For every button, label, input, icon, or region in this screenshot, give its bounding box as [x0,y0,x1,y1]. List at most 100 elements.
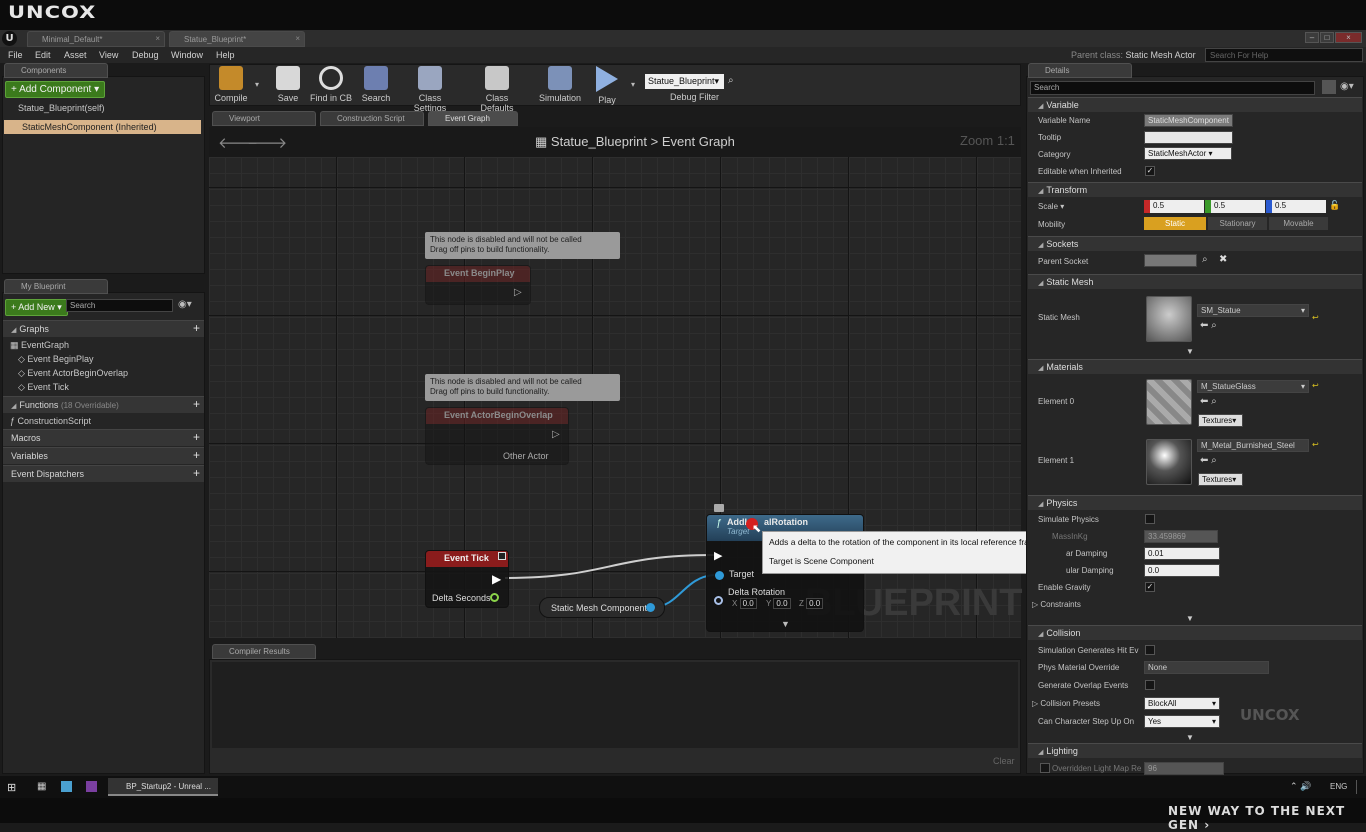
generate-overlap-checkbox[interactable] [1145,680,1155,690]
search-button[interactable]: Search [352,66,400,104]
exec-pin-icon[interactable]: ▷ [552,429,560,440]
graph-event-overlap[interactable]: ◇ Event ActorBeginOverlap [18,368,128,379]
details-search-input[interactable]: Search [1030,81,1315,95]
parent-socket-input[interactable] [1144,254,1197,267]
section-event-dispatchers[interactable]: Event Dispatchers + [3,465,204,482]
expand-arrow-icon[interactable]: ▼ [781,619,790,629]
float-pin-icon[interactable] [490,593,499,602]
scale-label[interactable]: Scale ▾ [1038,202,1064,211]
use-selected-icon[interactable]: ⬅ ⌕ [1200,320,1217,331]
find-in-cb-button[interactable]: Find in CB [307,66,355,104]
clear-icon[interactable]: ✖ [1219,254,1227,265]
debug-filter-select[interactable]: Statue_Blueprint▾ [645,74,724,89]
reset-icon[interactable]: ↩ [1312,313,1319,322]
blueprint-search-input[interactable]: Search [66,299,173,312]
target-pin-icon[interactable] [715,571,724,580]
tooltip-input[interactable] [1144,131,1233,144]
tray-icons[interactable]: ⌃ 🔊 [1290,781,1311,792]
tab-details[interactable]: Details [1028,63,1132,78]
reset-icon[interactable]: ↩ [1312,440,1319,449]
play-button[interactable]: Play [583,66,631,105]
tab-compiler-results[interactable]: Compiler Results [212,644,316,659]
comment-disabled-2[interactable]: This node is disabled and will not be ca… [425,374,620,401]
section-static-mesh[interactable]: ◢ Static Mesh [1028,274,1362,289]
expand-icon[interactable]: ▼ [1186,347,1194,356]
show-desktop-button[interactable] [1356,780,1364,794]
menu-window[interactable]: Window [171,50,203,60]
scale-x-input[interactable]: 0.5 [1144,200,1204,213]
class-settings-button[interactable]: Class Settings [404,66,456,113]
linear-damping-input[interactable]: 0.01 [1144,547,1220,560]
rotation-y-field[interactable]: Y 0.0 [766,598,791,609]
material-0-select[interactable]: M_StatueGlass ▾ [1197,380,1309,393]
variable-name-input[interactable]: StaticMeshComponent [1144,114,1233,127]
compile-options-icon[interactable]: ▾ [255,80,259,89]
comment-disabled-1[interactable]: This node is disabled and will not be ca… [425,232,620,259]
reset-icon[interactable]: ↩ [1312,381,1319,390]
help-search-input[interactable]: Search For Help [1205,48,1363,62]
eye-icon[interactable]: ◉▾ [1340,81,1354,92]
phys-material-select[interactable]: None [1144,661,1269,674]
menu-file[interactable]: File [8,50,23,60]
category-select[interactable]: StaticMeshActor ▾ [1144,147,1232,160]
windows-start-icon[interactable]: ⊞ [7,781,16,794]
section-lighting[interactable]: ◢ Lighting [1028,743,1362,758]
collision-presets-select[interactable]: BlockAll ▾ [1144,697,1220,710]
close-icon[interactable]: × [155,34,160,43]
use-selected-icon[interactable]: ⬅ ⌕ [1200,396,1217,407]
static-mesh-thumbnail[interactable] [1146,296,1192,342]
sim-hit-checkbox[interactable] [1145,645,1155,655]
editable-checkbox[interactable]: ✓ [1145,166,1155,176]
exec-pin-icon[interactable]: ▷ [514,287,522,298]
material-1-select[interactable]: M_Metal_Burnished_Steel [1197,439,1309,452]
compile-button[interactable]: Compile [207,66,255,104]
section-collision[interactable]: ◢ Collision [1028,625,1362,640]
tab-construction-script[interactable]: Construction Script [320,111,424,126]
static-mesh-select[interactable]: SM_Statue ▾ [1197,304,1309,317]
clear-button[interactable]: Clear [993,756,1015,766]
expand-icon[interactable]: ▼ [1186,733,1194,742]
rotation-z-field[interactable]: Z 0.0 [799,598,824,609]
menu-edit[interactable]: Edit [35,50,51,60]
comment-bubble-icon[interactable] [714,504,724,512]
section-graphs[interactable]: ◢ Graphs + [3,320,204,337]
close-window-button[interactable]: × [1335,32,1362,43]
eye-icon[interactable]: ◉▾ [178,299,192,310]
grid-view-icon[interactable] [1322,80,1336,94]
use-selected-icon[interactable]: ⬅ ⌕ [1200,455,1217,466]
collision-presets-label[interactable]: ▷ Collision Presets [1032,699,1100,708]
simulate-physics-checkbox[interactable] [1145,514,1155,524]
mass-input[interactable]: 33.459869 [1144,530,1218,543]
mobility-static[interactable]: Static [1144,217,1206,230]
tab-viewport[interactable]: Viewport [212,111,316,126]
class-defaults-button[interactable]: Class Defaults [468,66,526,113]
component-static-mesh[interactable]: StaticMeshComponent (Inherited) [4,120,201,134]
section-sockets[interactable]: ◢ Sockets [1028,236,1362,251]
rotator-pin-icon[interactable] [714,596,723,605]
menu-help[interactable]: Help [216,50,235,60]
section-macros[interactable]: Macros + [3,429,204,446]
tab-components[interactable]: Components [4,63,108,78]
app-icon-1[interactable] [61,781,72,792]
add-component-button[interactable]: + Add Component ▾ [5,81,106,98]
graph-event-tick[interactable]: ◇ Event Tick [18,382,69,393]
debug-search-icon[interactable]: ⌕ [728,75,734,86]
node-event-beginplay[interactable]: Event BeginPlay [425,265,531,305]
enable-gravity-checkbox[interactable]: ✓ [1145,582,1155,592]
section-functions[interactable]: ◢ Functions (18 Overridable) + [3,396,204,413]
component-self[interactable]: Statue_Blueprint(self) [18,103,105,113]
add-new-button[interactable]: + Add New ▾ [5,299,68,316]
object-pin-icon[interactable] [646,603,655,612]
visual-studio-icon[interactable] [86,781,97,792]
play-options-icon[interactable]: ▾ [631,80,635,89]
delegate-pin-icon[interactable] [498,552,506,560]
menu-debug[interactable]: Debug [132,50,159,60]
lock-icon[interactable]: 🔓 [1329,200,1340,211]
language-indicator[interactable]: ENG [1330,782,1347,791]
scale-y-input[interactable]: 0.5 [1205,200,1265,213]
doc-tab-minimal[interactable]: Minimal_Default* × [27,31,165,47]
forward-arrow-icon[interactable]: 🡒 [247,133,287,152]
override-lightmap-input[interactable]: 96 [1144,762,1224,775]
section-transform[interactable]: ◢ Transform [1028,182,1362,197]
taskbar-unreal-app[interactable]: BP_Startup2 - Unreal ... [108,778,218,796]
